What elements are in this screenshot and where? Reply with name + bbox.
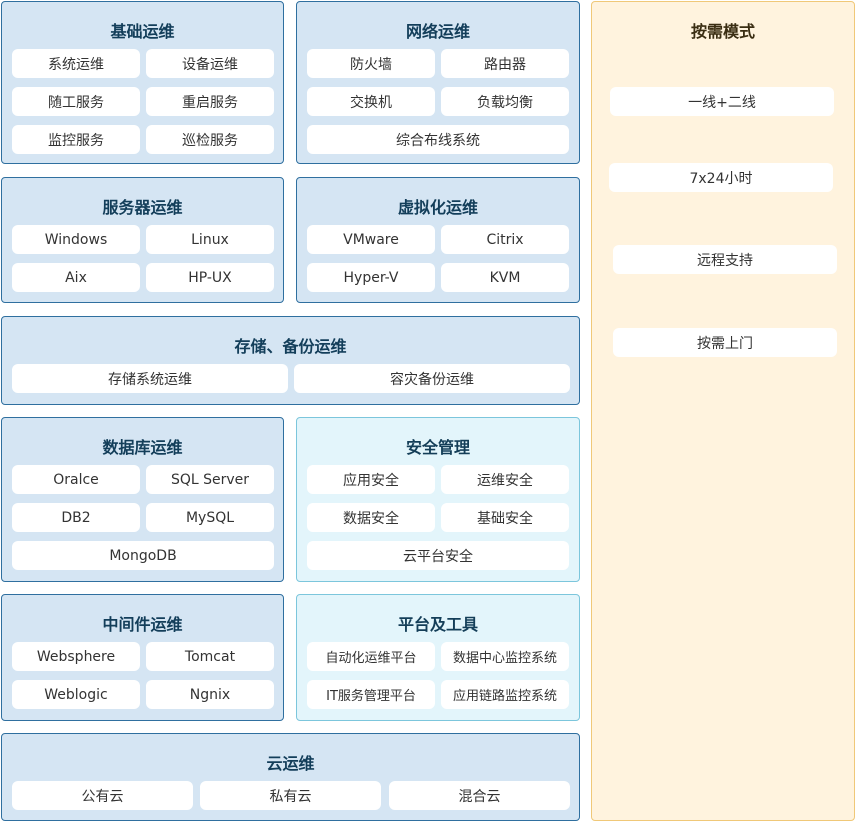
panel-title: 虚拟化运维: [397, 198, 478, 217]
item-kvm: KVM: [441, 263, 569, 292]
panel-middleware-ops: 中间件运维 Websphere Tomcat Weblogic Ngnix: [1, 594, 284, 721]
item-weblogic: Weblogic: [12, 680, 140, 709]
item-restart-service: 重启服务: [146, 87, 274, 116]
item-citrix: Citrix: [441, 225, 569, 254]
item-system-ops: 系统运维: [12, 49, 140, 78]
item-disaster-backup-ops: 容灾备份运维: [294, 364, 570, 393]
item-itsm-platform: IT服务管理平台: [307, 680, 435, 709]
panel-title: 云运维: [266, 754, 315, 773]
item-storage-system-ops: 存储系统运维: [12, 364, 288, 393]
item-first-second-line: 一线+二线: [610, 87, 834, 116]
item-websphere: Websphere: [12, 642, 140, 671]
panel-title: 网络运维: [405, 22, 470, 41]
panel-network-ops: 网络运维 防火墙 路由器 交换机 负载均衡 综合布线系统: [296, 1, 580, 164]
item-db2: DB2: [12, 503, 140, 532]
panel-title: 存储、备份运维: [234, 337, 347, 356]
panel-title: 中间件运维: [102, 615, 183, 634]
item-onsite-service: 随工服务: [12, 87, 140, 116]
panel-on-demand-mode: 按需模式 一线+二线 7x24小时 远程支持 按需上门: [591, 1, 855, 821]
item-mysql: MySQL: [146, 503, 274, 532]
item-data-security: 数据安全: [307, 503, 435, 532]
item-windows: Windows: [12, 225, 140, 254]
item-public-cloud: 公有云: [12, 781, 193, 810]
panel-storage-backup-ops: 存储、备份运维 存储系统运维 容灾备份运维: [1, 316, 580, 405]
item-aix: Aix: [12, 263, 140, 292]
panel-platform-tools: 平台及工具 自动化运维平台 数据中心监控系统 IT服务管理平台 应用链路监控系统: [296, 594, 580, 721]
item-cloud-platform-security: 云平台安全: [307, 541, 569, 570]
item-onsite-on-demand: 按需上门: [613, 328, 837, 357]
panel-virtualization-ops: 虚拟化运维 VMware Citrix Hyper-V KVM: [296, 177, 580, 303]
panel-title: 按需模式: [690, 22, 755, 41]
panel-cloud-ops: 云运维 公有云 私有云 混合云: [1, 733, 580, 821]
item-sqlserver: SQL Server: [146, 465, 274, 494]
item-linux: Linux: [146, 225, 274, 254]
item-monitor-service: 监控服务: [12, 125, 140, 154]
panel-database-ops: 数据库运维 Oralce SQL Server DB2 MySQL MongoD…: [1, 417, 284, 582]
item-ops-security: 运维安全: [441, 465, 569, 494]
item-app-trace-monitor: 应用链路监控系统: [441, 680, 569, 709]
item-oracle: Oralce: [12, 465, 140, 494]
panel-basic-ops: 基础运维 系统运维 设备运维 随工服务 重启服务 监控服务 巡检服务: [1, 1, 284, 164]
panel-security-management: 安全管理 应用安全 运维安全 数据安全 基础安全 云平台安全: [296, 417, 580, 582]
item-dc-monitor-system: 数据中心监控系统: [441, 642, 569, 671]
panel-title: 基础运维: [110, 22, 175, 41]
item-firewall: 防火墙: [307, 49, 435, 78]
item-hpux: HP-UX: [146, 263, 274, 292]
item-vmware: VMware: [307, 225, 435, 254]
item-switch: 交换机: [307, 87, 435, 116]
item-automation-platform: 自动化运维平台: [307, 642, 435, 671]
item-private-cloud: 私有云: [200, 781, 381, 810]
item-load-balance: 负载均衡: [441, 87, 569, 116]
item-tomcat: Tomcat: [146, 642, 274, 671]
item-cabling-system: 综合布线系统: [307, 125, 569, 154]
item-router: 路由器: [441, 49, 569, 78]
item-hybrid-cloud: 混合云: [389, 781, 570, 810]
item-nginx: Ngnix: [146, 680, 274, 709]
item-app-security: 应用安全: [307, 465, 435, 494]
panel-server-ops: 服务器运维 Windows Linux Aix HP-UX: [1, 177, 284, 303]
panel-title: 数据库运维: [102, 438, 183, 457]
panel-title: 平台及工具: [397, 615, 478, 634]
item-inspection-service: 巡检服务: [146, 125, 274, 154]
item-mongodb: MongoDB: [12, 541, 274, 570]
item-remote-support: 远程支持: [613, 245, 837, 274]
item-device-ops: 设备运维: [146, 49, 274, 78]
panel-title: 安全管理: [405, 438, 470, 457]
item-24x7: 7x24小时: [609, 163, 833, 192]
item-infra-security: 基础安全: [441, 503, 569, 532]
item-hyperv: Hyper-V: [307, 263, 435, 292]
panel-title: 服务器运维: [102, 198, 183, 217]
